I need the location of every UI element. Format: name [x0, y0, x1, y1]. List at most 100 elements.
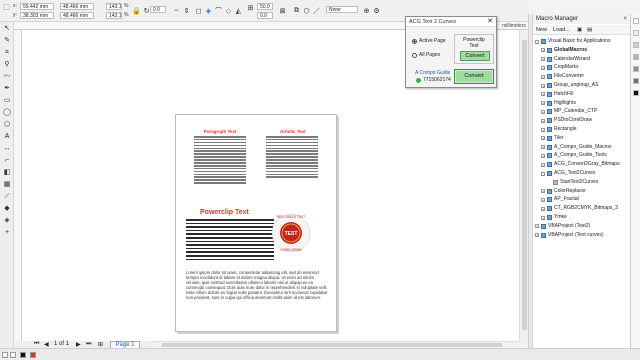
expand-icon[interactable]: + — [541, 109, 545, 114]
macro-tree-item[interactable]: + VBAProject (Text curves) — [535, 232, 604, 239]
expand-icon[interactable]: + — [541, 74, 545, 79]
red-circle-text-badge[interactable]: TEST RED CIRCLE TEXT COREL DRAW — [271, 213, 311, 253]
expand-icon[interactable]: + — [541, 57, 545, 62]
macro-tree-item[interactable]: + AP_Fractal — [541, 196, 579, 203]
next-page-icon[interactable]: ▶ — [76, 341, 81, 348]
position-icon[interactable]: ⊞ — [246, 3, 255, 12]
tool-options-icon[interactable]: ⚙ — [372, 6, 381, 15]
ellipse-tool-icon[interactable]: ◯ — [2, 108, 12, 118]
expand-icon[interactable]: + — [541, 118, 545, 123]
macro-tree-item[interactable]: + HatchFill — [541, 91, 573, 98]
pick-tool-icon[interactable]: ↖ — [2, 24, 12, 34]
expand-icon[interactable]: + — [541, 145, 545, 150]
expand-icon[interactable]: + — [535, 233, 539, 238]
collapse-icon[interactable]: – — [535, 39, 539, 44]
macro-tree-item[interactable]: + Group_ungroup_AS — [541, 82, 598, 89]
convert-button[interactable]: Convert — [454, 69, 494, 84]
connector-tool-icon[interactable]: ⌐ — [2, 156, 12, 166]
expand-icon[interactable]: + — [541, 153, 545, 158]
macro-tree-item[interactable]: – Visual Basic for Applications — [535, 38, 610, 45]
collapse-icon[interactable]: – — [541, 171, 545, 176]
y-position-field[interactable]: 38.303 mm — [20, 12, 54, 19]
document-page[interactable]: Paragraph Text Artistic Text Powerclip T… — [175, 114, 337, 332]
text-outline-icon[interactable]: ◻ — [194, 6, 203, 15]
drop-shadow-icon[interactable]: ◧ — [2, 168, 12, 178]
mirror-vertical-icon[interactable]: ⇕ — [182, 6, 191, 15]
macro-tree-item[interactable]: StartText2Curves — [547, 179, 598, 186]
crop-tool-icon[interactable]: ⌗ — [2, 48, 12, 58]
zoom-tool-icon[interactable]: ⚲ — [2, 60, 12, 70]
eyedropper-icon[interactable]: ⟋ — [2, 192, 12, 202]
macro-tree-item[interactable]: – ACG_Text2Curves — [541, 170, 595, 177]
expand-icon[interactable]: + — [541, 83, 545, 88]
macro-tree-item[interactable]: + Rectangle — [541, 126, 577, 133]
convert-powerclip-button[interactable]: Convert — [460, 51, 490, 61]
curve-icon[interactable]: ⌒ — [214, 6, 223, 15]
scale-y-field[interactable]: 143.1 — [106, 12, 122, 19]
interactive-fill-icon[interactable]: ◆ — [2, 204, 12, 214]
shape-tool-icon[interactable]: ✎ — [2, 36, 12, 46]
clear-icon[interactable]: ⊠ — [278, 6, 287, 15]
rectangle-tool-icon[interactable]: ▭ — [2, 96, 12, 106]
macro-tree-item[interactable]: + ColorReplacer — [541, 188, 586, 195]
transparency-icon[interactable]: ▦ — [2, 180, 12, 190]
vertical-scroll-thumb[interactable] — [522, 40, 527, 330]
position-field[interactable]: 50.0 — [257, 3, 273, 10]
x-position-field[interactable]: 59.442 mm — [20, 3, 54, 10]
expand-icon[interactable]: + — [535, 224, 539, 229]
expand-icon[interactable]: + — [541, 101, 545, 106]
expand-icon[interactable]: + — [541, 215, 545, 220]
swatch-gray-50[interactable] — [633, 66, 639, 72]
expand-icon[interactable]: + — [541, 136, 545, 141]
body-paragraph[interactable]: Lorem ipsum dolor sit amet, consectetur … — [186, 270, 328, 328]
add-page-icon[interactable]: ⊞ — [98, 341, 103, 348]
line-icon[interactable]: ／ — [312, 6, 321, 15]
mirror-horizontal-icon[interactable]: ⇔ — [172, 6, 181, 15]
expand-icon[interactable]: + — [541, 206, 545, 211]
vertical-scrollbar[interactable] — [519, 30, 528, 342]
swatch-none[interactable] — [633, 18, 639, 24]
dialog-close-icon[interactable]: ✕ — [486, 17, 494, 26]
polygon-tool-icon[interactable]: ⬠ — [2, 120, 12, 130]
artistic-text-block[interactable] — [266, 136, 318, 179]
envelope-icon[interactable]: ◈ — [204, 6, 213, 15]
expand-icon[interactable]: + — [541, 189, 545, 194]
prev-page-icon[interactable]: ◀ — [44, 341, 49, 348]
copy-icon[interactable]: ⧉ — [292, 6, 301, 15]
artistic-text-heading[interactable]: Artistic Text — [280, 129, 306, 134]
macro-tree-item[interactable]: + FileConverter — [541, 73, 584, 80]
macro-tree-item[interactable]: + Highlights — [541, 100, 576, 107]
width-field[interactable]: 48.466 mm — [60, 3, 94, 10]
macro-edit-icon[interactable]: ▤ — [587, 25, 592, 35]
node-icon[interactable]: ⬡ — [302, 6, 311, 15]
macro-tree-item[interactable]: + A_Compo_Guide_Tools — [541, 152, 607, 159]
artistic-media-icon[interactable]: ✒ — [2, 84, 12, 94]
swatch-gray-30[interactable] — [633, 54, 639, 60]
powerclip-text-heading[interactable]: Powerclip Text — [200, 209, 249, 216]
expand-icon[interactable]: + — [541, 92, 545, 97]
macro-tree-item[interactable]: + ACG_Convert2Gray_Bitmaps — [541, 161, 620, 168]
macro-tree-item[interactable]: + Tiler — [541, 135, 564, 142]
text-tool-icon[interactable]: A — [2, 132, 12, 142]
macro-tree-item[interactable]: + CropMarks — [541, 64, 578, 71]
select-tool-icon[interactable]: ⬚ — [2, 2, 11, 11]
add-tool-icon[interactable]: + — [2, 228, 12, 238]
macro-tree-item[interactable]: + CT_RGB2CMYK_Bitmaps_3 — [541, 205, 618, 212]
vertical-ruler[interactable] — [14, 30, 22, 342]
macro-tree-item[interactable]: + CalendarWizard — [541, 56, 590, 63]
add-icon[interactable]: ⊕ — [362, 6, 371, 15]
swatch-black[interactable] — [633, 90, 639, 96]
expand-icon[interactable]: + — [541, 48, 545, 53]
freehand-tool-icon[interactable]: 〰 — [2, 72, 12, 82]
horizontal-scroll-thumb[interactable] — [162, 343, 502, 347]
parallel-dimension-icon[interactable]: ↔ — [2, 144, 12, 154]
macro-close-icon[interactable]: × — [623, 14, 627, 24]
fill-indicator-icon[interactable] — [2, 352, 8, 358]
swatch-white[interactable] — [633, 30, 639, 36]
scale-x-field[interactable]: 143.1 — [106, 3, 122, 10]
macro-tree-item[interactable]: + Ymke — [541, 214, 567, 221]
smart-fill-icon[interactable]: ◈ — [2, 216, 12, 226]
expand-icon[interactable]: + — [541, 197, 545, 202]
angle-field[interactable]: 0.0 — [150, 6, 166, 13]
red-swatch-icon[interactable] — [30, 352, 36, 358]
